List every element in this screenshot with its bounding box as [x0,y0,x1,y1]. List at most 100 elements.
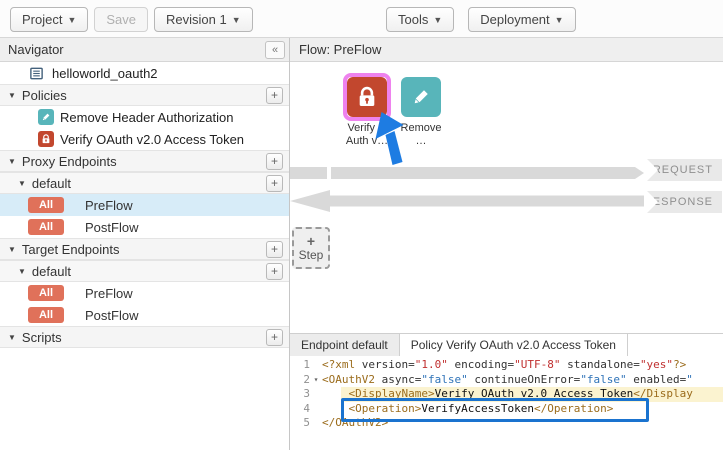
fold-caret-icon[interactable]: ▾ [310,373,322,388]
code-token: async= [382,373,422,386]
add-target-endpoint-button[interactable]: + [266,241,283,258]
navigator-title: Navigator [8,42,64,57]
save-button-label: Save [106,12,136,27]
code-line: 2▾<OAuthV2 async="false" continueOnError… [290,373,723,388]
flow-header: Flow: PreFlow [290,38,723,62]
all-badge: All [28,219,64,235]
line-number: 2 [290,373,310,388]
section-scripts-label: Scripts [22,330,62,345]
policy-item-label: Verify OAuth v2.0 Access Token [60,132,244,147]
xml-code-editor[interactable]: 1<?xml version="1.0" encoding="UTF-8" st… [290,356,723,450]
proxy-endpoint-default[interactable]: ▼ default + [0,172,289,194]
policy-item-verify-oauth[interactable]: Verify OAuth v2.0 Access Token [0,128,289,150]
code-token: standalone= [560,358,639,371]
policy-item-remove-header[interactable]: Remove Header Authorization [0,106,289,128]
fold-gutter [310,402,322,417]
flow-item-label: PostFlow [85,308,138,323]
request-banner: REQUEST [647,159,722,181]
proxy-postflow-item[interactable]: All PostFlow [0,216,289,238]
section-policies-label: Policies [22,88,67,103]
add-policy-button[interactable]: + [266,87,283,104]
section-target-endpoints[interactable]: ▼ Target Endpoints + [0,238,289,260]
code-token: version= [362,358,415,371]
lock-icon [354,84,380,110]
fold-gutter [310,358,322,373]
tools-menu-button[interactable]: Tools ▼ [386,7,454,32]
plus-icon: + [307,234,315,248]
section-proxy-endpoints[interactable]: ▼ Proxy Endpoints + [0,150,289,172]
line-number: 4 [290,402,310,417]
response-banner: RESPONSE [647,191,722,213]
code-token: continueOnError= [468,373,581,386]
tab-policy-verify-oauth[interactable]: Policy Verify OAuth v2.0 Access Token [400,334,628,356]
chevron-down-icon: ▼ [232,15,241,25]
fold-gutter [310,416,322,431]
flow-item-label: PreFlow [85,198,133,213]
flow-editor-panel: Flow: PreFlow Verify O [290,38,723,450]
pencil-icon [409,85,433,109]
code-token: <OAuthV2 [322,373,382,386]
save-button[interactable]: Save [94,7,148,32]
toolbar-middle-group: Tools ▼ Deployment ▼ [386,7,576,32]
code-tab-bar: Endpoint default Policy Verify OAuth v2.… [290,333,723,356]
flow-header-title: Flow: PreFlow [299,42,381,57]
verify-oauth-policy-tile[interactable] [347,77,387,117]
deployment-menu-button[interactable]: Deployment ▼ [468,7,575,32]
add-step-button[interactable]: + Step [292,227,330,269]
revision-menu-button[interactable]: Revision 1 ▼ [154,7,253,32]
project-menu-label: Project [22,12,62,27]
lock-policy-icon [38,131,54,147]
disclosure-triangle-icon: ▼ [8,91,16,100]
flow-item-label: PostFlow [85,220,138,235]
toolbar-left-group: Project ▼ Save Revision 1 ▼ [10,7,253,32]
tools-menu-label: Tools [398,12,428,27]
chevron-down-icon: ▼ [555,15,564,25]
proxy-preflow-item[interactable]: All PreFlow [0,194,289,216]
chevron-down-icon: ▼ [433,15,442,25]
collapse-panel-button[interactable]: « [265,41,285,59]
code-token: enabled= [627,373,687,386]
remove-header-policy-tile[interactable] [401,77,441,117]
section-scripts[interactable]: ▼ Scripts + [0,326,289,348]
add-flow-button[interactable]: + [266,263,283,280]
target-preflow-item[interactable]: All PreFlow [0,282,289,304]
code-line: 1<?xml version="1.0" encoding="UTF-8" st… [290,358,723,373]
add-proxy-endpoint-button[interactable]: + [266,153,283,170]
code-token: "false" [580,373,626,386]
code-text: <?xml version="1.0" encoding="UTF-8" sta… [322,358,686,373]
code-token: " [686,373,693,386]
fold-gutter [310,387,322,402]
revision-menu-label: Revision 1 [166,12,227,27]
navigator-panel: Navigator « helloworld_oauth2 ▼ Policies… [0,38,290,450]
target-endpoint-default[interactable]: ▼ default + [0,260,289,282]
proxy-endpoint-default-label: default [32,176,71,191]
top-toolbar: Project ▼ Save Revision 1 ▼ Tools ▼ Depl… [0,0,723,38]
target-endpoint-default-label: default [32,264,71,279]
code-token: "1.0" [415,358,448,371]
add-script-button[interactable]: + [266,329,283,346]
pencil-policy-icon [38,109,54,125]
code-token: "yes" [640,358,673,371]
section-policies[interactable]: ▼ Policies + [0,84,289,106]
chevron-down-icon: ▼ [67,15,76,25]
code-token: <?xml [322,358,362,371]
code-token: "false" [421,373,467,386]
code-token: encoding= [448,358,514,371]
add-flow-button[interactable]: + [266,175,283,192]
disclosure-triangle-icon: ▼ [18,267,26,276]
request-bar-stub [290,167,327,179]
target-postflow-item[interactable]: All PostFlow [0,304,289,326]
project-menu-button[interactable]: Project ▼ [10,7,88,32]
all-badge: All [28,307,64,323]
policy-item-label: Remove Header Authorization [60,110,233,125]
disclosure-triangle-icon: ▼ [18,179,26,188]
deployment-menu-label: Deployment [480,12,549,27]
bundle-item-helloworld-oauth2[interactable]: helloworld_oauth2 [0,62,289,84]
section-proxy-endpoints-label: Proxy Endpoints [22,154,117,169]
line-number: 5 [290,416,310,431]
line-number: 3 [290,387,310,402]
code-token: "UTF-8" [514,358,560,371]
disclosure-triangle-icon: ▼ [8,245,16,254]
disclosure-triangle-icon: ▼ [8,333,16,342]
tab-endpoint-default[interactable]: Endpoint default [290,334,400,356]
